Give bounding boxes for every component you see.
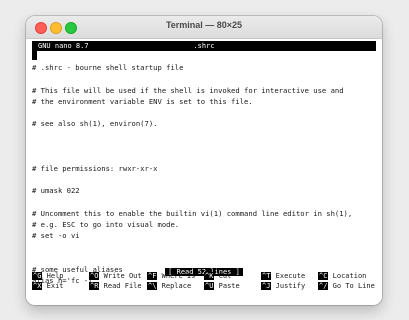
nano-filename: .shrc bbox=[193, 42, 215, 50]
shortcut-label: Go To Line bbox=[332, 282, 375, 290]
shortcut-label: Where Is bbox=[161, 272, 196, 280]
shortcut-go-to-line[interactable]: ^/ Go To Line bbox=[318, 281, 375, 291]
shortcut-exit[interactable]: ^X Exit bbox=[32, 281, 64, 291]
text-cursor bbox=[32, 51, 37, 60]
shortcut-key: ^F bbox=[147, 272, 158, 280]
shortcut-key: ^K bbox=[204, 272, 215, 280]
shortcut-key: ^O bbox=[89, 272, 100, 280]
shortcut-key: ^T bbox=[261, 272, 272, 280]
shortcut-row: ^G Help ^O Write Out ^F Where Is ^K Cut … bbox=[32, 271, 376, 281]
shortcut-read-file[interactable]: ^R Read File bbox=[89, 281, 142, 291]
shortcut-key: ^X bbox=[32, 282, 43, 290]
shortcut-label: Justify bbox=[275, 282, 306, 290]
shortcut-write-out[interactable]: ^O Write Out bbox=[89, 271, 142, 281]
window-title: Terminal — 80×25 bbox=[165, 20, 243, 30]
editor-line: # .shrc - bourne shell startup file bbox=[32, 63, 184, 73]
shortcut-row: ^X Exit ^R Read File ^\ Replace ^U Paste… bbox=[32, 281, 376, 291]
editor-line: # see also sh(1), environ(7). bbox=[32, 119, 158, 129]
shortcut-location[interactable]: ^C Location bbox=[318, 271, 366, 281]
terminal-window: Terminal — 80×25 GNU nano 8.7 .shrc # .s… bbox=[26, 16, 382, 305]
editor-line: # the environment variable ENV is set to… bbox=[32, 96, 253, 106]
shortcut-paste[interactable]: ^U Paste bbox=[204, 281, 240, 291]
shortcut-label: Help bbox=[46, 272, 64, 280]
editor-line: # set -o vi bbox=[32, 231, 80, 240]
shortcut-label: Replace bbox=[161, 282, 192, 290]
shortcut-help[interactable]: ^G Help bbox=[32, 271, 64, 281]
shortcut-label: Execute bbox=[275, 272, 306, 280]
shortcut-where-is[interactable]: ^F Where Is bbox=[147, 271, 195, 281]
editor-line: # This file will be used if the shell is… bbox=[32, 85, 344, 95]
shortcut-replace[interactable]: ^\ Replace bbox=[147, 281, 191, 291]
shortcut-key: ^G bbox=[32, 272, 43, 280]
editor-line: # e.g. ESC to go into visual mode. bbox=[32, 219, 180, 229]
shortcut-label: Read File bbox=[103, 282, 142, 290]
shortcut-label: Exit bbox=[46, 282, 64, 290]
shortcut-key: ^/ bbox=[318, 282, 329, 290]
shortcut-key: ^U bbox=[204, 282, 215, 290]
title-bar[interactable]: Terminal — 80×25 bbox=[26, 16, 382, 39]
nano-header-bar: GNU nano 8.7 .shrc bbox=[32, 41, 376, 51]
status-bar: [ Read 52 lines ] bbox=[26, 259, 382, 276]
shortcut-key: ^R bbox=[89, 282, 100, 290]
shortcut-label: Write Out bbox=[103, 272, 142, 280]
shortcut-label: Location bbox=[332, 272, 367, 280]
shortcut-execute[interactable]: ^T Execute bbox=[261, 271, 305, 281]
shortcut-key: ^J bbox=[261, 282, 272, 290]
shortcut-justify[interactable]: ^J Justify bbox=[261, 281, 305, 291]
editor-text-area[interactable]: # .shrc - bourne shell startup file # Th… bbox=[32, 51, 376, 286]
editor-line: # Uncomment this to enable the builtin v… bbox=[32, 208, 353, 218]
editor-line: # file permissions: rwxr-xr-x bbox=[32, 163, 158, 173]
shortcut-label: Cut bbox=[218, 272, 232, 280]
shortcut-key: ^\ bbox=[147, 282, 158, 290]
shortcut-cut[interactable]: ^K Cut bbox=[204, 271, 231, 281]
shortcut-label: Paste bbox=[218, 282, 240, 290]
terminal-content[interactable]: GNU nano 8.7 .shrc # .shrc - bourne shel… bbox=[26, 39, 382, 305]
editor-line bbox=[32, 51, 376, 62]
shortcut-key: ^C bbox=[318, 272, 329, 280]
editor-line: # umask 022 bbox=[32, 186, 80, 196]
shortcut-bar: ^G Help ^O Write Out ^F Where Is ^K Cut … bbox=[32, 271, 376, 291]
